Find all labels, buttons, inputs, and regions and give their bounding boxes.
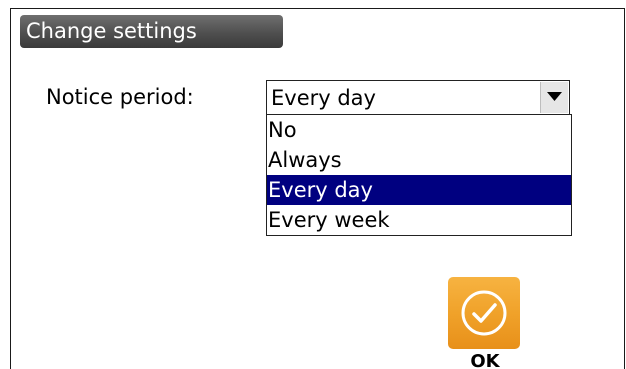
option-every-week[interactable]: Every week	[267, 205, 571, 235]
dropdown-arrow-button[interactable]	[540, 82, 568, 113]
ok-button-label: OK	[470, 351, 500, 369]
settings-screen: Change settings Notice period: Every day…	[0, 0, 626, 369]
notice-period-selected-value: Every day	[271, 86, 376, 110]
checkmark-circle-icon	[461, 290, 507, 336]
frame-top-border	[10, 8, 625, 9]
notice-period-options-list: No Always Every day Every week	[266, 114, 572, 236]
notice-period-label: Notice period:	[46, 85, 194, 109]
frame-right-border	[624, 8, 625, 369]
option-no[interactable]: No	[267, 115, 571, 145]
frame-left-border	[10, 8, 11, 369]
option-every-day[interactable]: Every day	[267, 175, 571, 205]
ok-icon-tile[interactable]	[448, 277, 520, 349]
dialog-title: Change settings	[26, 19, 197, 43]
dialog-title-bar: Change settings	[20, 15, 283, 48]
option-always[interactable]: Always	[267, 145, 571, 175]
ok-button[interactable]: OK	[446, 277, 520, 369]
chevron-down-icon	[547, 92, 562, 101]
notice-period-select[interactable]: Every day	[266, 80, 570, 115]
